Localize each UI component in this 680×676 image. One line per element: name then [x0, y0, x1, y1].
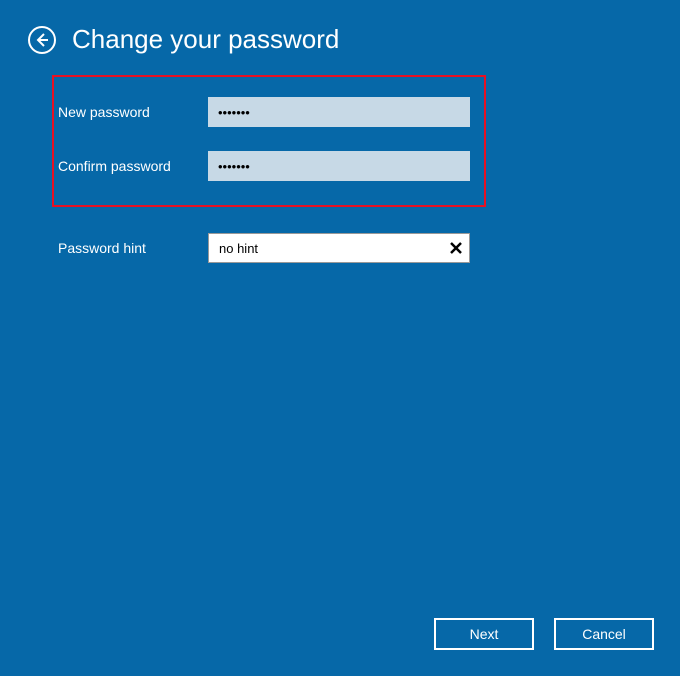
back-button[interactable] — [28, 26, 56, 54]
footer: Next Cancel — [434, 618, 654, 650]
clear-hint-button[interactable] — [446, 238, 466, 258]
arrow-left-icon — [34, 32, 50, 48]
new-password-input[interactable] — [208, 97, 470, 127]
confirm-password-label: Confirm password — [58, 158, 208, 174]
form-area: New password Confirm password Password h… — [0, 75, 680, 263]
hint-input[interactable] — [208, 233, 470, 263]
header: Change your password — [0, 0, 680, 75]
hint-label: Password hint — [58, 240, 208, 256]
hint-row: Password hint — [52, 233, 680, 263]
confirm-password-input[interactable] — [208, 151, 470, 181]
next-button[interactable]: Next — [434, 618, 534, 650]
page-title: Change your password — [72, 24, 339, 55]
confirm-password-row: Confirm password — [58, 151, 474, 181]
cancel-button[interactable]: Cancel — [554, 618, 654, 650]
hint-wrapper — [208, 233, 470, 263]
new-password-label: New password — [58, 104, 208, 120]
highlight-box: New password Confirm password — [52, 75, 486, 207]
new-password-row: New password — [58, 97, 474, 127]
close-icon — [449, 241, 463, 255]
